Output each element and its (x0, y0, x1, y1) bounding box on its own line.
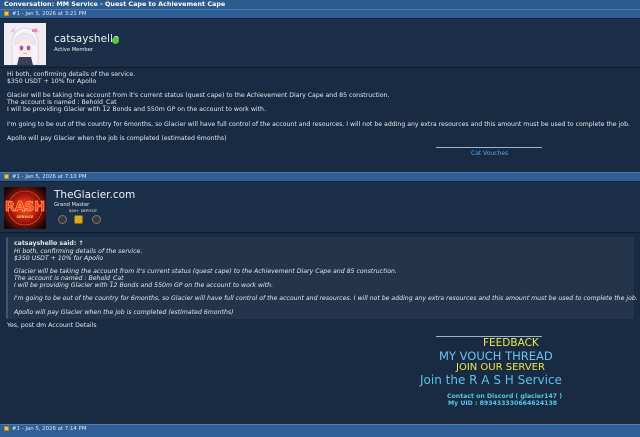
post-permalink[interactable]: #1 - Jan 5, 2026 at 3:21 PM (12, 11, 86, 17)
post-header[interactable]: #1 - Jan 5, 2026 at 7:14 PM (0, 424, 640, 437)
discord-contact: Contact on Discord ( glacier147 ) (447, 393, 563, 400)
username[interactable]: catsayshello (54, 33, 119, 45)
online-status-icon (112, 37, 119, 44)
post-header[interactable]: #1 - Jan 5, 2026 at 7:10 PM (0, 172, 640, 181)
reply-text: Yes, post dm Account Details (7, 322, 97, 329)
quote-block: catsayshello said: ↑ Hi both, confirming… (6, 237, 638, 319)
post-userbar: RASH SERVICE TheGlacier.com Grand Master… (0, 182, 640, 233)
trophy-icon[interactable] (58, 215, 67, 224)
signature-divider (436, 147, 542, 148)
quote-author[interactable]: catsayshello said: ↑ (14, 240, 84, 247)
post-icon (4, 426, 9, 431)
username[interactable]: TheGlacier.com (54, 189, 135, 201)
join-server-link[interactable]: JOIN OUR SERVER (456, 362, 545, 373)
avatar[interactable]: RASH SERVICE (4, 187, 46, 229)
quote-line: $350 USDT + 10% for Apollo (14, 255, 104, 262)
message-line: I will be providing Glacier with 12 Bond… (7, 106, 266, 113)
trophy-icon[interactable] (74, 215, 83, 224)
avatar-logo-text: RASH (5, 200, 45, 215)
message-line: I'm going to be out of the country for 6… (7, 121, 630, 128)
post-body: Hi both, confirming details of the servi… (0, 68, 640, 172)
quote-line: I'm going to be out of the country for 6… (14, 295, 638, 302)
message-line: $350 USDT + 10% for Apollo (7, 78, 97, 85)
post-body: catsayshello said: ↑ Hi both, confirming… (0, 233, 640, 424)
user-uid: My UID : 893433330664624138 (448, 400, 558, 407)
message-line: Apollo will pay Glacier when the job is … (7, 135, 227, 142)
avatar[interactable] (4, 23, 46, 66)
user-rank-sub: $50+ DEPOSIT (69, 208, 98, 213)
rash-logo-image: RASH SERVICE (4, 187, 46, 229)
anime-avatar-image (4, 23, 46, 66)
post-header[interactable]: #1 - Jan 5, 2026 at 3:21 PM (0, 9, 640, 18)
post-userbar: catsayshello Active Member (0, 19, 640, 68)
post-permalink[interactable]: #1 - Jan 5, 2026 at 7:14 PM (12, 426, 86, 432)
post-icon (4, 11, 9, 16)
post-icon (4, 174, 9, 179)
conversation-title: Conversation: MM Service - Quest Cape to… (0, 0, 640, 9)
signature-link[interactable]: Cat Vouches (471, 150, 508, 157)
quote-line: I will be providing Glacier with 12 Bond… (14, 282, 274, 289)
quote-line: Apollo will pay Glacier when the job is … (14, 309, 234, 316)
vouch-thread-link[interactable]: MY VOUCH THREAD (439, 349, 553, 363)
post-permalink[interactable]: #1 - Jan 5, 2026 at 7:10 PM (12, 174, 86, 180)
avatar-logo-subtext: SERVICE (16, 215, 34, 219)
rash-service-link[interactable]: Join the R A S H Service (420, 373, 562, 387)
user-rank: Active Member (54, 47, 94, 53)
feedback-link[interactable]: FEEDBACK (483, 337, 539, 349)
trophy-icon[interactable] (92, 215, 101, 224)
